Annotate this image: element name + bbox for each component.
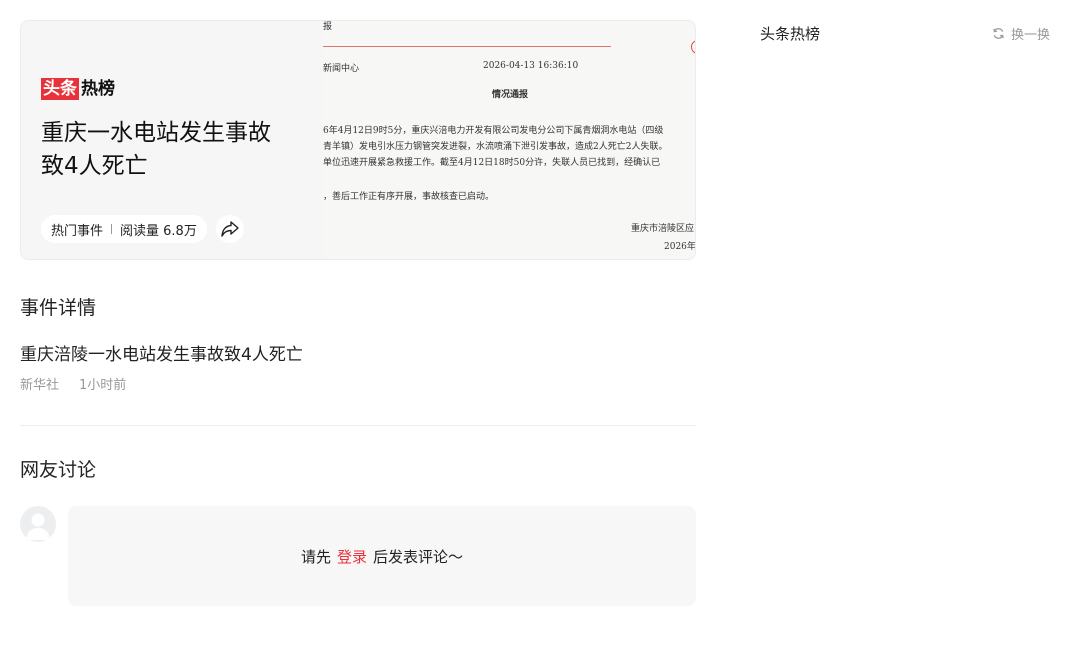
share-button[interactable] [216,215,244,243]
doc-red-rule [323,46,611,47]
hero-meta-pill: 热门事件 阅读量 6.8万 [41,215,207,243]
hero-title[interactable]: 重庆一水电站发生事故致4人死亡 [41,117,281,183]
doc-line: 单位迅速开展紧急救援工作。截至4月12日18时50分许，失联人员已找到，经确认已 [323,158,661,168]
read-count: 阅读量 6.8万 [120,223,197,239]
logo-black-part: 热榜 [81,79,115,99]
doc-top-fragment: 报 [323,22,333,32]
comments-heading: 网友讨论 [20,459,97,481]
event-detail-heading: 事件详情 [20,297,97,319]
hot-list-title: 头条热榜 [760,25,821,43]
user-avatar-icon [26,513,50,540]
doc-line: ，善后工作正有序开展，事故核查已启动。 [323,192,495,202]
hero-overlay: 头条 热榜 重庆一水电站发生事故致4人死亡 热门事件 阅读量 6.8万 [21,21,323,259]
doc-heading: 情况通报 [492,90,529,100]
refresh-label: 换一换 [1011,28,1051,43]
share-icon [221,221,239,237]
hero-card[interactable]: 报 新闻中心 2026-04-13 16:36:10 情况通报 6年4月12日9… [20,20,696,260]
comment-login-prompt[interactable]: 请先 登录 后发表评论～ [68,506,696,606]
doc-line: 青羊镇）发电引水压力钢管突发进裂，水流喷涌下泄引发事故，造成2人死亡2人失联。 [323,142,668,152]
report-document-image: 报 新闻中心 2026-04-13 16:36:10 情况通报 6年4月12日9… [323,21,696,259]
doc-from: 新闻中心 [323,64,360,74]
article-time: 1小时前 [79,378,127,393]
login-link[interactable]: 登录 [337,546,367,567]
event-category: 热门事件 [51,223,104,239]
refresh-button[interactable]: 换一换 [992,24,1050,43]
meta-separator [111,224,113,234]
doc-signature: 重庆市涪陵区应 [631,224,695,234]
prompt-before: 请先 [300,547,331,566]
doc-sign-date: 2026年 [664,242,696,252]
logo-red-part: 头条 [41,78,79,100]
prompt-after: 后发表评论～ [373,547,464,566]
section-divider [20,425,696,426]
article-source: 新华社 [20,378,60,393]
doc-date: 2026-04-13 16:36:10 [483,61,579,71]
doc-line: 6年4月12日9时5分，重庆兴涪电力开发有限公司发电分公司下属青烟洞水电站（四级 [323,126,664,136]
seal-icon [691,40,695,54]
article-title-link[interactable]: 重庆涪陵一水电站发生事故致4人死亡 [20,340,303,365]
avatar [20,506,56,542]
refresh-icon [993,28,1004,39]
article-meta: 新华社 1小时前 [20,374,126,393]
toutiao-hotlist-logo: 头条 热榜 [41,78,115,100]
